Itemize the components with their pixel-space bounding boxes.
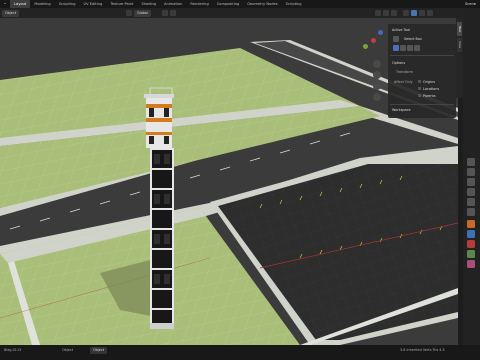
gizmo-toggle-icon[interactable] <box>383 10 389 16</box>
tab-tool[interactable]: Tool <box>457 22 462 36</box>
transform-subheader[interactable]: Transform <box>396 70 413 74</box>
visibility-icon[interactable] <box>375 10 381 16</box>
tab-sculpting[interactable]: Sculpting <box>55 0 80 8</box>
select-mode-subtract-icon[interactable] <box>407 45 413 51</box>
transform-pivot-icon[interactable] <box>126 10 132 16</box>
scene-properties-icon[interactable] <box>467 198 475 206</box>
status-bar: Bldg.0113 Object Object 3.6 Inherited Ve… <box>0 345 480 360</box>
perspective-toggle-icon[interactable] <box>373 93 381 101</box>
tab-geometry-nodes[interactable]: Geometry Nodes <box>243 0 281 8</box>
parents-checkbox[interactable] <box>418 94 421 97</box>
output-properties-icon[interactable] <box>467 178 475 186</box>
overlay-toggle-icon[interactable] <box>391 10 397 16</box>
select-box-icon[interactable] <box>393 36 399 42</box>
tab-view[interactable]: View <box>457 38 462 52</box>
workspace-header[interactable]: Workspace <box>392 108 411 112</box>
scene-selector[interactable]: Scene <box>465 0 476 8</box>
divider <box>390 104 454 105</box>
physics-properties-icon[interactable] <box>467 240 475 248</box>
gizmo-y-axis[interactable] <box>363 44 368 49</box>
orientation-dropdown[interactable]: Global <box>134 9 151 17</box>
sidebar-tabs: Tool View <box>456 18 463 98</box>
locations-label: Locations <box>423 87 440 91</box>
active-tool-header[interactable]: Active Tool <box>392 28 410 32</box>
object-properties-icon[interactable] <box>467 220 475 228</box>
viewport-header: Object Global Options <box>0 8 463 25</box>
divider <box>390 55 454 56</box>
mode-dropdown[interactable]: Object <box>2 9 20 17</box>
select-box-label: Select Box <box>404 37 422 41</box>
properties-editor-tabs <box>463 8 480 345</box>
world-properties-icon[interactable] <box>467 208 475 216</box>
tab-uv-editing[interactable]: UV Editing <box>79 0 106 8</box>
scene-stats: 3.6 Inherited Verts Tris 4.5 <box>400 348 445 352</box>
pan-hand-icon[interactable] <box>373 71 381 79</box>
file-name: Bldg.0113 <box>4 348 22 352</box>
gizmo-z-axis[interactable] <box>378 30 383 35</box>
parents-label: Parents <box>423 94 436 98</box>
tab-animation[interactable]: Animation <box>160 0 186 8</box>
affect-only-label: Affect Only <box>394 80 413 84</box>
material-shading-icon[interactable] <box>419 10 425 16</box>
render-properties-icon[interactable] <box>467 168 475 176</box>
origins-checkbox[interactable] <box>418 80 421 83</box>
tab-scripting[interactable]: Scripting <box>282 0 306 8</box>
solid-shading-icon[interactable] <box>411 10 417 16</box>
sidebar-tool-panel: Active Tool Select Box Options Transform… <box>388 24 456 118</box>
proportional-edit-icon[interactable] <box>170 10 176 16</box>
material-properties-icon[interactable] <box>467 260 475 268</box>
active-object-label: Object <box>62 348 74 352</box>
snap-icon[interactable] <box>162 10 168 16</box>
view-layer-properties-icon[interactable] <box>467 188 475 196</box>
options-header[interactable]: Options <box>392 61 405 65</box>
gizmo-x-axis[interactable] <box>371 38 376 43</box>
select-mode-set-icon[interactable] <box>393 45 399 51</box>
modifier-properties-icon[interactable] <box>467 230 475 238</box>
workspace-tabs: • Layout Modeling Sculpting UV Editing T… <box>0 0 480 8</box>
tab-texture-paint[interactable]: Texture Paint <box>106 0 137 8</box>
tab-compositing[interactable]: Compositing <box>213 0 244 8</box>
file-menu[interactable]: • <box>0 0 10 8</box>
tab-rendering[interactable]: Rendering <box>186 0 212 8</box>
object-mode-dropdown[interactable]: Object <box>90 347 108 354</box>
select-mode-intersect-icon[interactable] <box>414 45 420 51</box>
tool-properties-icon[interactable] <box>467 158 475 166</box>
tab-modeling[interactable]: Modeling <box>30 0 54 8</box>
tab-layout[interactable]: Layout <box>10 0 31 8</box>
camera-view-icon[interactable] <box>373 82 381 90</box>
origins-label: Origins <box>423 80 436 84</box>
locations-checkbox[interactable] <box>418 87 421 90</box>
select-mode-extend-icon[interactable] <box>400 45 406 51</box>
tab-shading[interactable]: Shading <box>137 0 160 8</box>
rendered-shading-icon[interactable] <box>427 10 433 16</box>
zoom-icon[interactable] <box>373 60 381 68</box>
constraint-properties-icon[interactable] <box>467 250 475 258</box>
xray-icon[interactable] <box>403 10 409 16</box>
